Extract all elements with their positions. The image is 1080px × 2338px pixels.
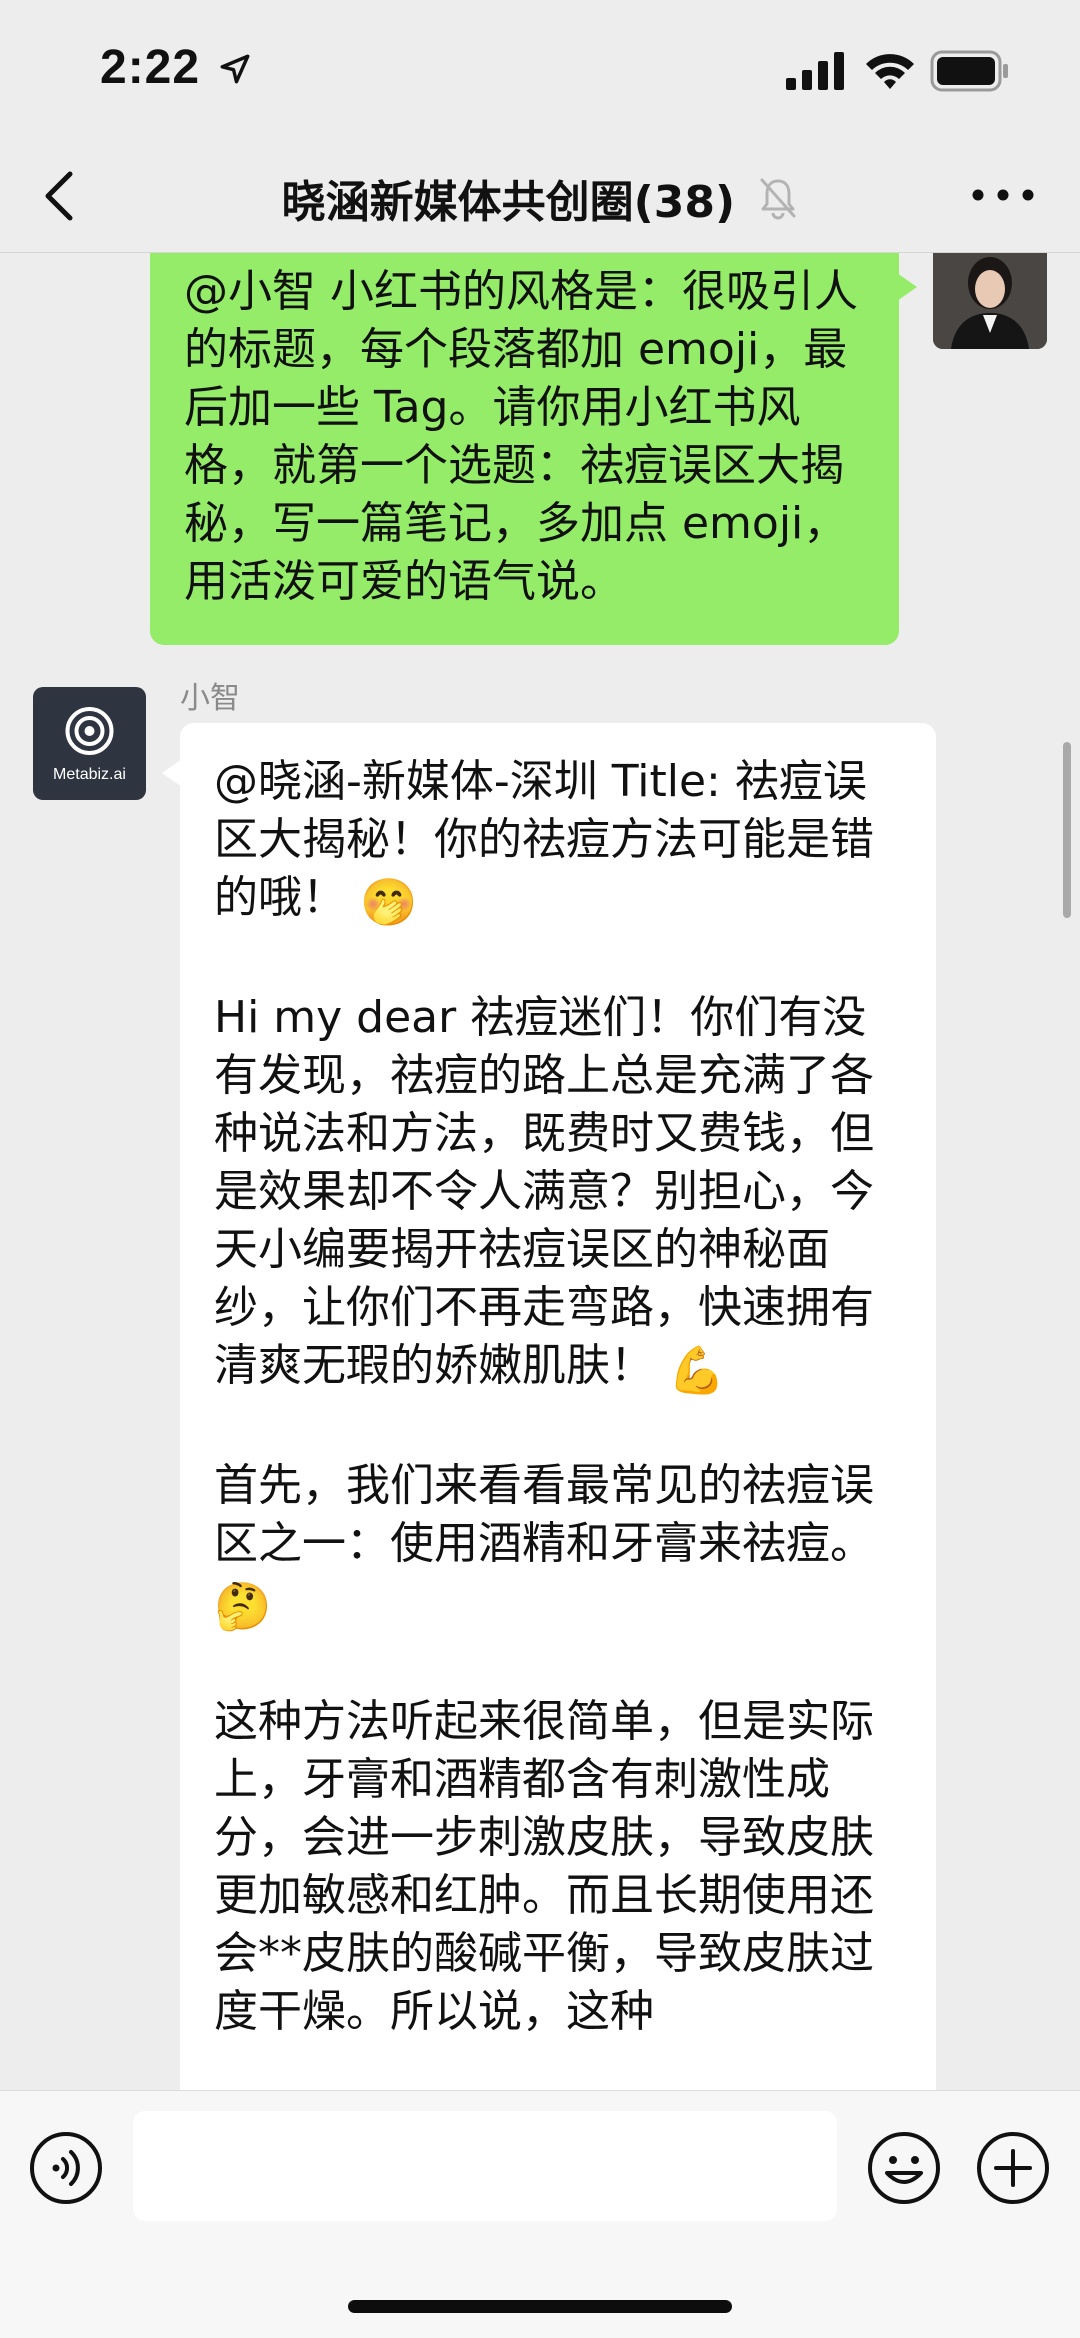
status-bar: 2:22 (0, 0, 1080, 140)
message-list[interactable]: @小智 小红书的风格是：很吸引人的标题，每个段落都加 emoji，最后加一些 T… (0, 253, 1080, 2090)
sender-name: 小智 (180, 681, 240, 716)
location-arrow-icon (220, 54, 250, 84)
battery-icon (930, 50, 1008, 92)
bot-avatar[interactable]: Metabiz.ai (33, 687, 146, 800)
scrollbar[interactable] (1063, 742, 1071, 918)
status-time: 2:22 (100, 41, 201, 94)
more-dots-icon[interactable] (968, 180, 1038, 210)
thinking-face-emoji: 🤔 (214, 1579, 272, 1633)
plus-icon[interactable] (976, 2131, 1050, 2205)
hand-over-mouth-emoji: 🤭 (360, 875, 418, 929)
message-paragraph: 首先，我们来看看最常见的祛痘误区之一：使用酒精和牙膏来祛痘。 🤔 (214, 1460, 874, 1633)
home-indicator[interactable] (348, 2300, 732, 2313)
incoming-message-bubble[interactable]: @晓涵-新媒体-深圳 Title: 祛痘误区大揭秘！你的祛痘方法可能是错的哦！ … (162, 723, 936, 2090)
chat-header: 晓涵新媒体共创圈(38) (0, 140, 1080, 253)
wifi-icon (866, 54, 914, 89)
bot-avatar-label: Metabiz.ai (53, 766, 126, 783)
group-title: 晓涵新媒体共创圈(38) (281, 177, 736, 228)
metabiz-logo-icon (65, 707, 114, 755)
message-input[interactable] (133, 2111, 837, 2221)
person-photo-icon (933, 253, 1047, 349)
message-paragraph: 这种方法听起来很简单，但是实际上，牙膏和酒精都含有刺激性成分，会进一步刺激皮肤，… (214, 1696, 874, 2037)
outgoing-message-bubble[interactable]: @小智 小红书的风格是：很吸引人的标题，每个段落都加 emoji，最后加一些 T… (150, 253, 917, 645)
flexed-biceps-emoji: 💪 (668, 1343, 726, 1397)
outgoing-message-text: @小智 小红书的风格是：很吸引人的标题，每个段落都加 emoji，最后加一些 T… (184, 266, 858, 607)
chat-title-area[interactable]: 晓涵新媒体共创圈(38) (0, 166, 1080, 230)
message-paragraph: Hi my dear 祛痘迷们！你们有没有发现，祛痘的路上总是充满了各种说法和方… (214, 992, 874, 1397)
mute-bell-icon (760, 178, 796, 220)
voice-icon[interactable] (29, 2131, 103, 2205)
emoji-face-icon[interactable] (867, 2131, 941, 2205)
message-paragraph: @晓涵-新媒体-深圳 Title: 祛痘误区大揭秘！你的祛痘方法可能是错的哦！ … (214, 756, 874, 929)
cellular-signal-icon (786, 52, 844, 90)
my-avatar[interactable] (933, 253, 1047, 349)
